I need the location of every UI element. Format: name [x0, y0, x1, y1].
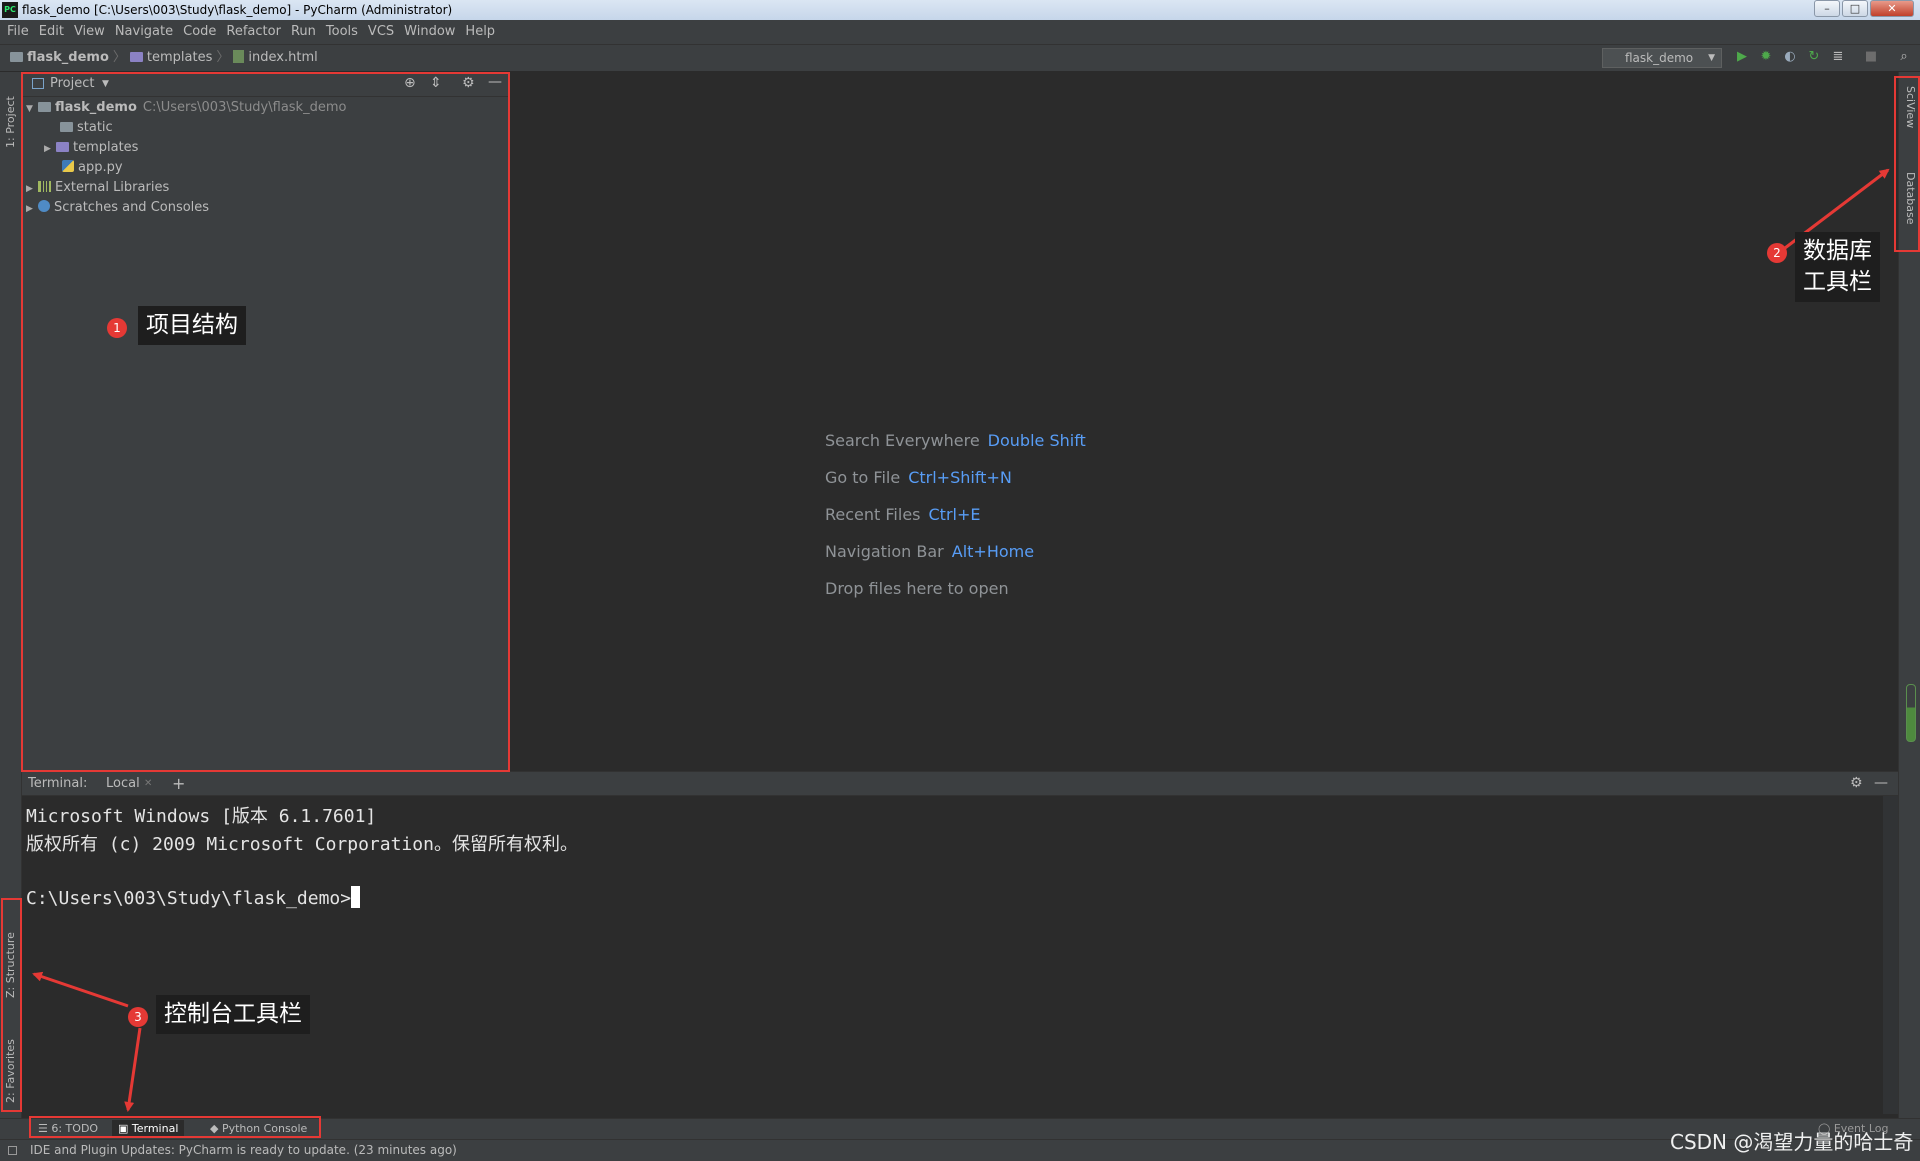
annotation-label-3: 控制台工具栏	[156, 995, 310, 1034]
annotation-label-1: 项目结构	[138, 306, 246, 345]
annotation-badge-2: 2	[1767, 243, 1787, 263]
watermark: CSDN @渴望力量的哈士奇	[1670, 1130, 1914, 1154]
annotation-arrows	[32, 168, 1890, 1112]
annotation-badge-1: 1	[107, 318, 127, 338]
annotation-label-2: 数据库 工具栏	[1795, 232, 1880, 302]
annotation-badge-3: 3	[128, 1007, 148, 1027]
